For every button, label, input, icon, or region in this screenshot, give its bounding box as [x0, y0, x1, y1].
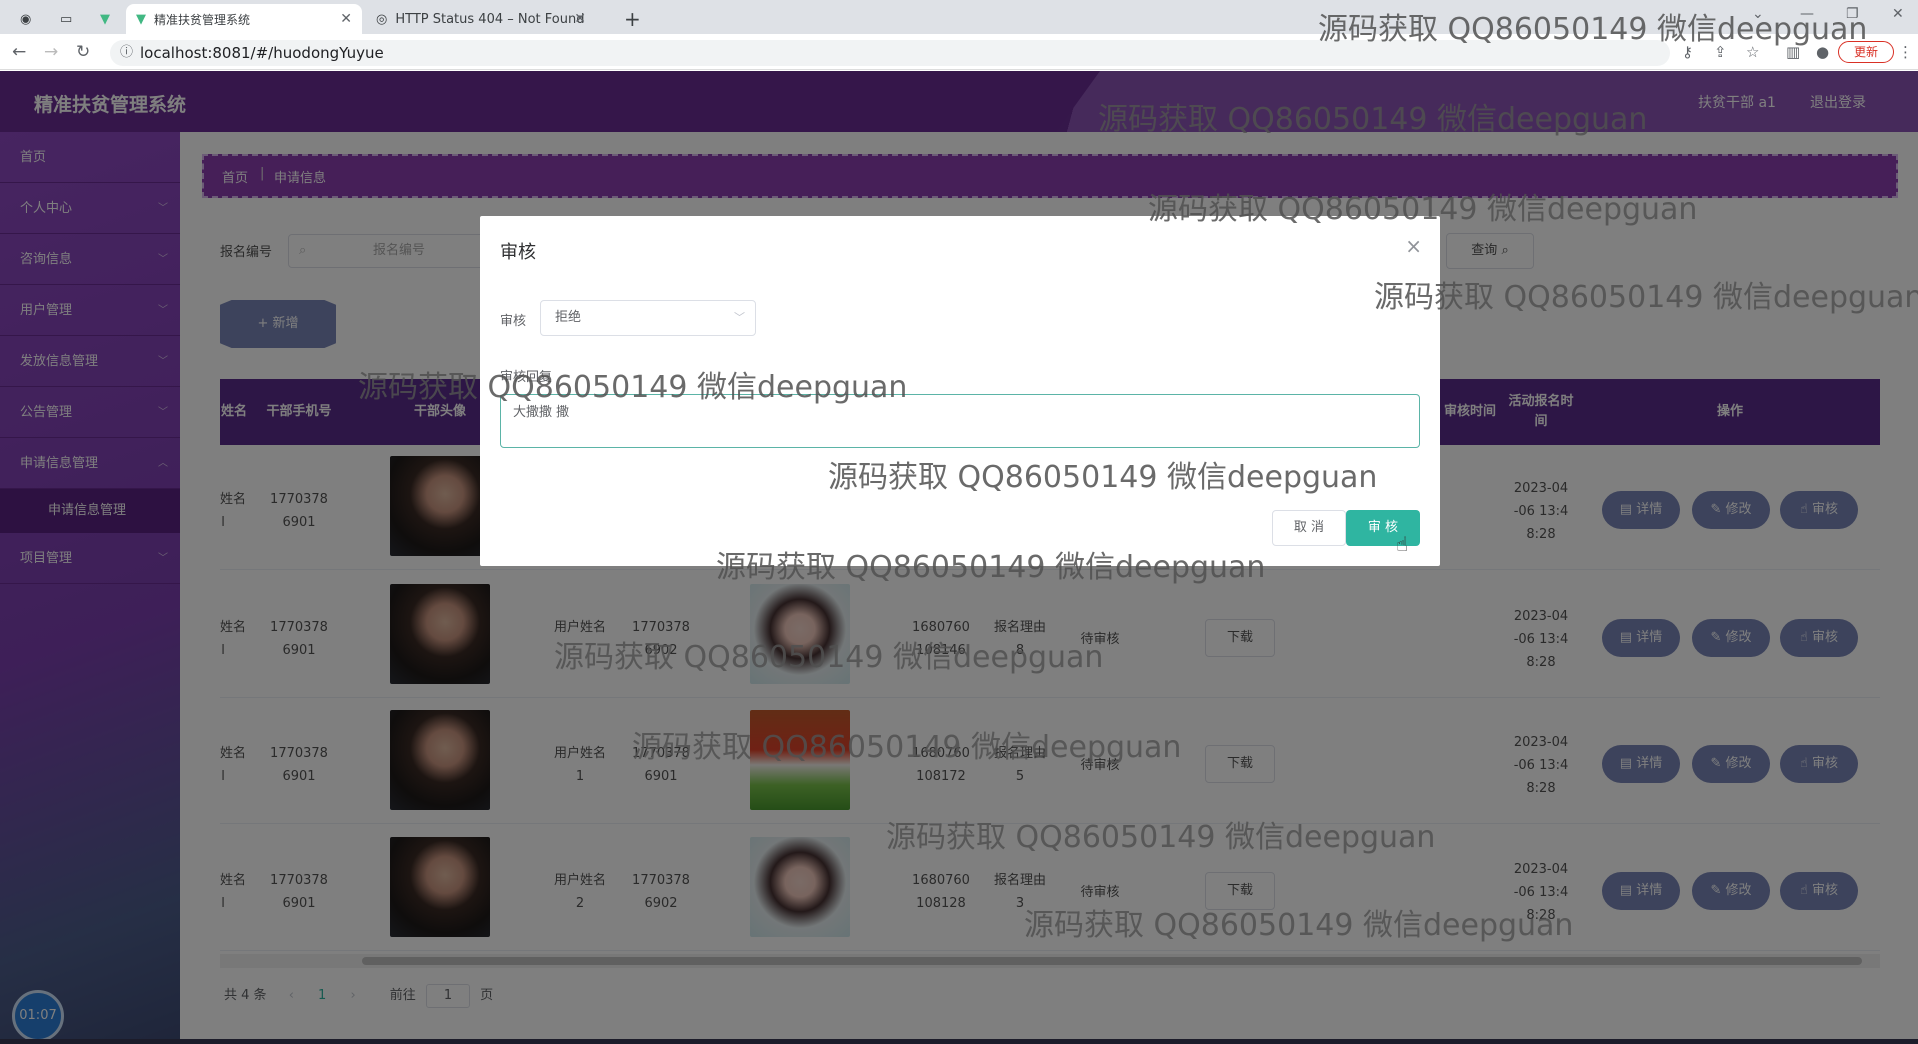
close-icon[interactable]: × [1405, 234, 1422, 258]
browser-tab[interactable]: ▭ [50, 4, 80, 34]
watermark: 源码获取 QQ86050149 微信deepguan [716, 550, 1266, 585]
vue-icon: ▼ [136, 11, 146, 27]
taskbar-strip [0, 1039, 1918, 1044]
globe-icon: ◎ [376, 11, 388, 27]
browser-tab[interactable]: ◎ HTTP Status 404 – Not Found ✕ [366, 4, 596, 34]
tab-title: 精准扶贫管理系统 [154, 12, 251, 27]
cursor-icon: ☝ [1396, 532, 1409, 556]
watermark: 源码获取 QQ86050149 微信deepguan [358, 370, 908, 405]
github-icon: ◉ [20, 11, 32, 27]
cancel-button[interactable]: 取 消 [1272, 510, 1346, 546]
watermark: 源码获取 QQ86050149 微信deepguan [1148, 192, 1698, 227]
watermark: 源码获取 QQ86050149 微信deepguan [1318, 12, 1868, 47]
audit-label: 审核 [500, 314, 527, 329]
forward-icon[interactable]: → [44, 42, 58, 62]
audit-select[interactable]: 拒绝 ﹀ [540, 300, 756, 336]
watermark: 源码获取 QQ86050149 微信deepguan [1374, 280, 1918, 315]
more-icon[interactable]: ⋮ [1898, 43, 1913, 61]
watermark: 源码获取 QQ86050149 微信deepguan [828, 460, 1378, 495]
new-tab-button[interactable]: + [614, 4, 644, 34]
browser-tab-active[interactable]: ▼ 精准扶贫管理系统 ✕ [126, 4, 362, 34]
close-tab-icon[interactable]: ✕ [340, 11, 352, 27]
back-icon[interactable]: ← [12, 42, 26, 62]
tab-title: HTTP Status 404 – Not Found [395, 11, 585, 27]
audit-select-value: 拒绝 [555, 310, 582, 325]
dialog-title: 审核 [500, 242, 536, 263]
watermark: 源码获取 QQ86050149 微信deepguan [632, 730, 1182, 765]
chevron-down-icon: ﹀ [734, 311, 745, 324]
browser-tab[interactable]: ▼ [90, 4, 120, 34]
watermark: 源码获取 QQ86050149 微信deepguan [554, 640, 1104, 675]
watermark: 源码获取 QQ86050149 微信deepguan [886, 820, 1436, 855]
browser-tab[interactable]: ◉ [10, 4, 40, 34]
blank-page-icon: ▭ [60, 11, 73, 27]
vue-icon: ▼ [100, 11, 110, 27]
watermark: 源码获取 QQ86050149 微信deepguan [1024, 908, 1574, 943]
close-tab-icon[interactable]: ✕ [574, 11, 586, 27]
url-text: localhost:8081/#/huodongYuyue [140, 44, 384, 62]
reload-icon[interactable]: ↻ [76, 42, 90, 62]
info-icon[interactable]: ⓘ [120, 40, 133, 66]
close-window-icon[interactable]: ✕ [1892, 6, 1904, 22]
confirm-audit-button[interactable]: 审 核 [1346, 510, 1420, 546]
watermark: 源码获取 QQ86050149 微信deepguan [1098, 102, 1648, 137]
